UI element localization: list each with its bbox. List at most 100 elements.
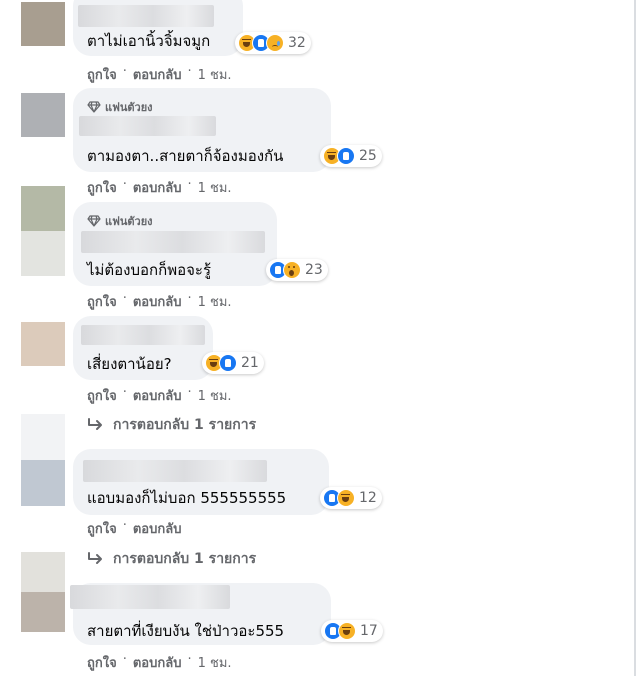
- diamond-icon: [87, 101, 101, 113]
- view-replies-link[interactable]: การตอบกลับ 1 รายการ: [87, 548, 256, 570]
- reply-button[interactable]: ตอบกลับ: [133, 652, 182, 673]
- separator: ·: [122, 64, 127, 79]
- reaction-summary[interactable]: 12: [320, 487, 382, 509]
- avatar[interactable]: [21, 93, 65, 137]
- comment-text: ตามองตา..สายตาก็จ้องมองกัน: [87, 147, 284, 165]
- reaction-summary[interactable]: 17: [321, 620, 383, 642]
- comment-text: สายตาที่เงียบงัน ใช่ป่าวอะ555: [87, 622, 285, 640]
- separator: ·: [187, 652, 192, 667]
- comment-bubble: ตาไม่เอานิ้วจิ้มจมูก: [73, 0, 243, 56]
- comment-text: แอบมองก็ไม่บอก 555555555: [87, 489, 287, 507]
- separator: ·: [122, 177, 127, 192]
- diamond-icon: [87, 215, 101, 227]
- view-replies-link[interactable]: การตอบกลับ 1 รายการ: [87, 414, 256, 436]
- comment-bubble: สายตาที่เงียบงัน ใช่ป่าวอะ555: [70, 583, 331, 645]
- blurred-author-name[interactable]: [78, 5, 214, 27]
- separator: ·: [187, 291, 192, 306]
- reaction-count: 32: [288, 35, 306, 51]
- comment-bubble: แอบมองก็ไม่บอก 555555555: [73, 449, 329, 515]
- blurred-author-name[interactable]: [83, 460, 267, 482]
- comment-text: เสี่ยงตาน้อย?: [87, 355, 172, 373]
- reply-button[interactable]: ตอบกลับ: [133, 177, 182, 198]
- top-fan-label: แฟนตัวยง: [105, 101, 153, 114]
- like-reaction-icon: [337, 147, 355, 165]
- reply-arrow-icon: [88, 418, 102, 430]
- wow-reaction-icon: [283, 261, 301, 279]
- reply-arrow-icon: [88, 552, 102, 564]
- reaction-summary[interactable]: 25: [320, 145, 382, 167]
- sad-reaction-icon: [266, 34, 284, 52]
- timestamp[interactable]: 1 ชม.: [198, 385, 232, 406]
- reply-button[interactable]: ตอบกลับ: [133, 385, 182, 406]
- separator: ·: [122, 652, 127, 667]
- reaction-count: 25: [359, 148, 377, 164]
- separator: ·: [122, 291, 127, 306]
- view-replies-label: การตอบกลับ 1 รายการ: [113, 417, 257, 433]
- reaction-count: 12: [359, 490, 377, 506]
- timestamp[interactable]: 1 ชม.: [198, 652, 232, 673]
- avatar-photo-bottom: [21, 344, 65, 366]
- like-button[interactable]: ถูกใจ: [87, 385, 117, 406]
- top-fan-badge: แฟนตัวยง: [87, 98, 153, 116]
- comment-text: ไม่ต้องบอกก็พอจะรู้: [87, 261, 211, 279]
- comment-actions: ถูกใจ · ตอบกลับ: [87, 518, 181, 539]
- like-button[interactable]: ถูกใจ: [87, 64, 117, 85]
- reaction-count: 23: [305, 262, 323, 278]
- separator: ·: [187, 177, 192, 192]
- reaction-count: 17: [360, 623, 378, 639]
- timestamp[interactable]: 1 ชม.: [198, 177, 232, 198]
- avatar[interactable]: [21, 322, 65, 366]
- reaction-summary[interactable]: 23: [266, 259, 328, 281]
- reaction-summary[interactable]: 21: [202, 352, 264, 374]
- comment-bubble: แฟนตัวยง ไม่ต้องบอกก็พอจะรู้: [73, 202, 277, 286]
- avatar-photo-bottom: [21, 24, 65, 46]
- comment-text: ตาไม่เอานิ้วจิ้มจมูก: [87, 32, 211, 50]
- comment-actions: ถูกใจ · ตอบกลับ · 1 ชม.: [87, 652, 232, 673]
- haha-reaction-icon: [337, 489, 355, 507]
- avatar-photo-bottom: [21, 231, 65, 276]
- avatar-photo-top: [21, 414, 65, 460]
- comment-bubble: เสี่ยงตาน้อย?: [73, 316, 213, 380]
- top-fan-label: แฟนตัวยง: [105, 215, 153, 228]
- avatar[interactable]: [21, 186, 65, 276]
- like-button[interactable]: ถูกใจ: [87, 652, 117, 673]
- avatar-photo-top: [21, 186, 65, 231]
- reply-button[interactable]: ตอบกลับ: [133, 518, 182, 539]
- avatar-photo-top: [21, 552, 65, 592]
- timestamp[interactable]: 1 ชม.: [198, 64, 232, 85]
- blurred-author-name[interactable]: [70, 585, 230, 609]
- like-button[interactable]: ถูกใจ: [87, 518, 117, 539]
- comment-actions: ถูกใจ · ตอบกลับ · 1 ชม.: [87, 385, 232, 406]
- top-fan-badge: แฟนตัวยง: [87, 212, 153, 230]
- avatar[interactable]: [21, 552, 65, 632]
- avatar[interactable]: [21, 414, 65, 506]
- blurred-author-name[interactable]: [81, 325, 205, 345]
- avatar-photo-top: [21, 93, 65, 115]
- separator: ·: [122, 518, 127, 533]
- comment-actions: ถูกใจ · ตอบกลับ · 1 ชม.: [87, 64, 232, 85]
- avatar[interactable]: [21, 2, 65, 46]
- avatar-photo-bottom: [21, 460, 65, 506]
- reply-button[interactable]: ตอบกลับ: [133, 291, 182, 312]
- avatar-photo-top: [21, 322, 65, 344]
- reply-button[interactable]: ตอบกลับ: [133, 64, 182, 85]
- like-reaction-icon: [219, 354, 237, 372]
- separator: ·: [187, 385, 192, 400]
- comment-actions: ถูกใจ · ตอบกลับ · 1 ชม.: [87, 177, 232, 198]
- view-replies-label: การตอบกลับ 1 รายการ: [113, 551, 257, 567]
- separator: ·: [187, 64, 192, 79]
- blurred-author-name[interactable]: [81, 231, 265, 253]
- like-button[interactable]: ถูกใจ: [87, 177, 117, 198]
- avatar-photo-bottom: [21, 115, 65, 137]
- avatar-photo-bottom: [21, 592, 65, 632]
- comment-actions: ถูกใจ · ตอบกลับ · 1 ชม.: [87, 291, 232, 312]
- comment-bubble: แฟนตัวยง ตามองตา..สายตาก็จ้องมองกัน: [73, 88, 331, 172]
- separator: ·: [122, 385, 127, 400]
- reaction-count: 21: [241, 355, 259, 371]
- timestamp[interactable]: 1 ชม.: [198, 291, 232, 312]
- haha-reaction-icon: [338, 622, 356, 640]
- like-button[interactable]: ถูกใจ: [87, 291, 117, 312]
- reaction-summary[interactable]: 32: [235, 32, 311, 54]
- avatar-photo-top: [21, 2, 65, 24]
- blurred-author-name[interactable]: [79, 116, 216, 136]
